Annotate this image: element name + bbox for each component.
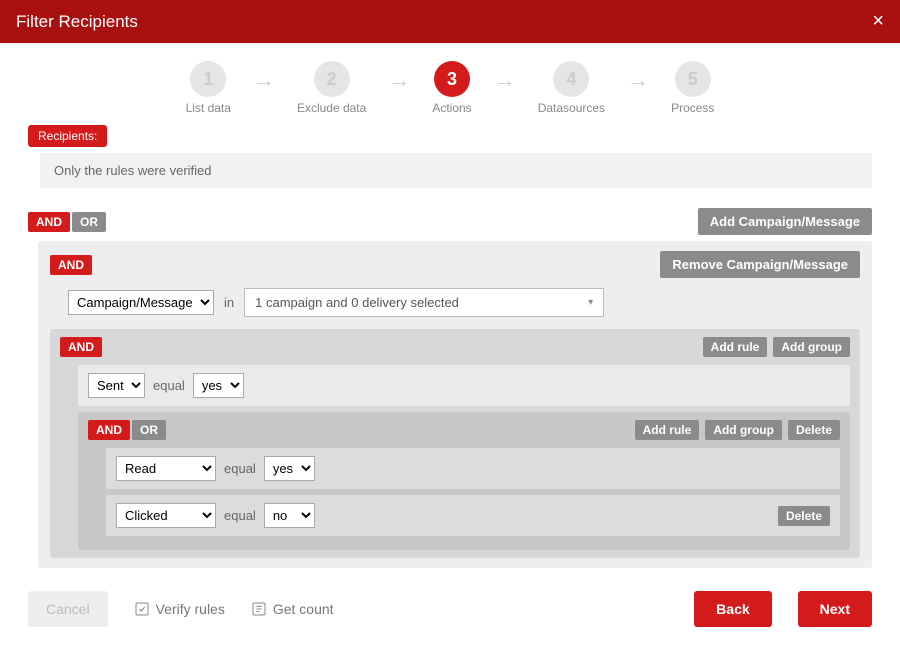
arrow-icon: → <box>627 61 649 93</box>
delete-group-button[interactable]: Delete <box>788 420 840 440</box>
step-4-circle: 4 <box>553 61 589 97</box>
next-button[interactable]: Next <box>798 591 872 627</box>
subgroup2-or-pill[interactable]: OR <box>132 420 166 440</box>
rule-read: Read equal yes no <box>106 448 840 489</box>
subgroup1-and-pill[interactable]: AND <box>60 337 102 357</box>
step-1-label: List data <box>186 101 231 115</box>
back-button[interactable]: Back <box>694 591 771 627</box>
rules-builder: AND OR Add Campaign/Message AND Remove C… <box>28 208 872 568</box>
status-message: Only the rules were verified <box>40 153 872 188</box>
rule-clicked-field[interactable]: Clicked <box>116 503 216 528</box>
step-4-label: Datasources <box>538 101 605 115</box>
rule-subgroup-1: AND Add rule Add group Sent equal yes <box>50 329 860 558</box>
step-3-label: Actions <box>432 101 471 115</box>
rule-read-value[interactable]: yes no <box>264 456 315 481</box>
add-rule-button-2[interactable]: Add rule <box>635 420 700 440</box>
arrow-icon: → <box>494 61 516 93</box>
step-2-label: Exclude data <box>297 101 366 115</box>
in-label: in <box>224 295 234 310</box>
step-3-circle: 3 <box>434 61 470 97</box>
step-3[interactable]: 3 Actions <box>432 61 471 115</box>
rule-clicked: Clicked equal no yes Delete <box>106 495 840 536</box>
subgroup2-logic-toggle[interactable]: AND OR <box>88 420 166 440</box>
step-2-circle: 2 <box>314 61 350 97</box>
step-5[interactable]: 5 Process <box>671 61 714 115</box>
add-rule-button[interactable]: Add rule <box>703 337 768 357</box>
equal-label: equal <box>224 461 256 476</box>
campaign-selection-text: 1 campaign and 0 delivery selected <box>255 295 459 310</box>
modal-title: Filter Recipients <box>16 12 138 32</box>
arrow-icon: → <box>388 61 410 93</box>
close-icon[interactable]: × <box>872 10 884 33</box>
or-pill[interactable]: OR <box>72 212 106 232</box>
equal-label: equal <box>153 378 185 393</box>
rule-subgroup-2: AND OR Add rule Add group Delete <box>78 412 850 550</box>
count-square-icon <box>251 601 267 617</box>
step-4[interactable]: 4 Datasources <box>538 61 605 115</box>
delete-rule-button[interactable]: Delete <box>778 506 830 526</box>
add-group-button-2[interactable]: Add group <box>705 420 782 440</box>
modal: Filter Recipients × 1 List data → 2 Excl… <box>0 0 900 645</box>
stepper: 1 List data → 2 Exclude data → 3 Actions… <box>0 43 900 125</box>
campaign-type-select[interactable]: Campaign/Message <box>68 290 214 315</box>
equal-label: equal <box>224 508 256 523</box>
get-count-button[interactable]: Get count <box>251 601 334 617</box>
remove-campaign-button[interactable]: Remove Campaign/Message <box>660 251 860 278</box>
step-1-circle: 1 <box>190 61 226 97</box>
and-pill[interactable]: AND <box>28 212 70 232</box>
step-5-label: Process <box>671 101 714 115</box>
group-and-pill[interactable]: AND <box>50 255 92 275</box>
check-square-icon <box>134 601 150 617</box>
step-5-circle: 5 <box>675 61 711 97</box>
arrow-icon: → <box>253 61 275 93</box>
cancel-button[interactable]: Cancel <box>28 591 108 627</box>
verify-rules-button[interactable]: Verify rules <box>134 601 225 617</box>
rule-sent-value[interactable]: yes no <box>193 373 244 398</box>
recipients-tag: Recipients: <box>28 125 107 147</box>
rule-sent-field[interactable]: Sent <box>88 373 145 398</box>
subgroup2-and-pill[interactable]: AND <box>88 420 130 440</box>
rule-sent: Sent equal yes no <box>78 365 850 406</box>
add-campaign-button[interactable]: Add Campaign/Message <box>698 208 872 235</box>
rule-read-field[interactable]: Read <box>116 456 216 481</box>
add-group-button[interactable]: Add group <box>773 337 850 357</box>
campaign-selection-dropdown[interactable]: 1 campaign and 0 delivery selected ▾ <box>244 288 604 317</box>
rule-clicked-value[interactable]: no yes <box>264 503 315 528</box>
footer: Cancel Verify rules Get count Back Next <box>28 591 872 627</box>
campaign-row: Campaign/Message in 1 campaign and 0 del… <box>68 288 860 317</box>
step-2[interactable]: 2 Exclude data <box>297 61 366 115</box>
modal-header: Filter Recipients × <box>0 0 900 43</box>
campaign-group: AND Remove Campaign/Message Campaign/Mes… <box>38 241 872 568</box>
root-logic-toggle[interactable]: AND OR <box>28 212 106 232</box>
step-1[interactable]: 1 List data <box>186 61 231 115</box>
chevron-down-icon: ▾ <box>588 297 593 308</box>
